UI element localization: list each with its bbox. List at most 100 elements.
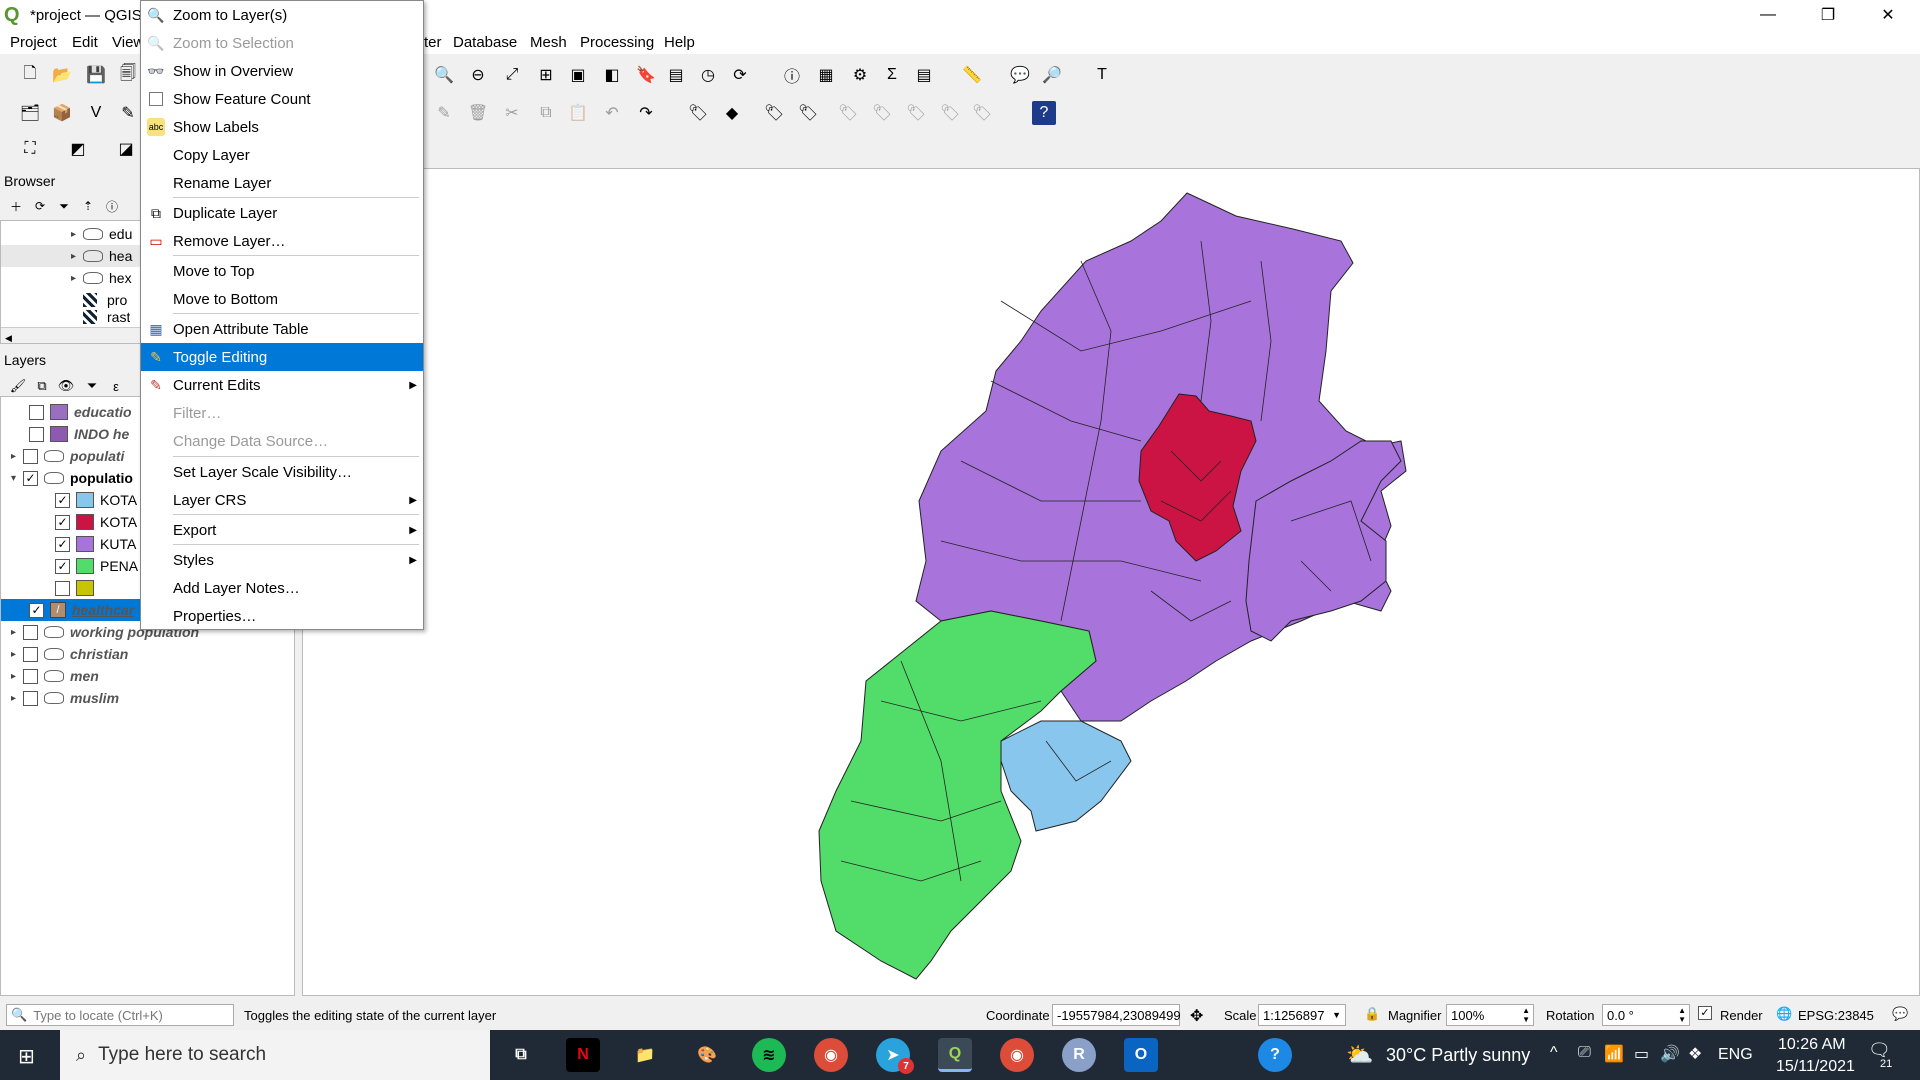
add-group-icon[interactable]: ⧉ [30, 374, 54, 398]
copy-icon[interactable]: ⧉ [534, 101, 558, 125]
group-row[interactable]: ▸ men [11, 665, 99, 687]
layer-row[interactable]: educatio [29, 401, 132, 423]
zoom-layer-icon[interactable]: ⊞ [534, 63, 558, 87]
zoom-full-icon[interactable]: ⤢ [500, 63, 524, 87]
style-panel-icon[interactable]: 🖌 [6, 374, 30, 398]
scroll-left-icon[interactable]: ◀ [5, 333, 12, 343]
volume-icon[interactable]: 🔊 [1660, 1044, 1680, 1064]
category-row[interactable]: ✓ KOTA [55, 489, 137, 511]
save-edits-icon[interactable]: ✎ [432, 101, 456, 125]
undo-icon[interactable]: ↶ [600, 101, 624, 125]
statistics-icon[interactable]: Σ [880, 63, 904, 87]
render-checkbox[interactable]: ✓ [1698, 1006, 1712, 1020]
category-checkbox[interactable] [55, 580, 70, 596]
deselect-icon[interactable]: ◪ [114, 137, 138, 161]
netflix-icon[interactable]: N [566, 1038, 600, 1072]
telegram-icon[interactable]: ➤ 7 [876, 1038, 914, 1074]
add-vector-icon[interactable]: V [84, 101, 108, 125]
label-tool-icon[interactable]: 🏷 [686, 101, 710, 125]
camera-icon[interactable]: ⎚ [1578, 1044, 1591, 1062]
group-checkbox[interactable] [23, 646, 38, 662]
clock-time[interactable]: 10:26 AM [1778, 1036, 1846, 1054]
group-checkbox[interactable] [23, 624, 38, 640]
help-icon[interactable]: ? [1032, 101, 1056, 125]
outlook-icon[interactable]: O [1124, 1038, 1158, 1072]
browser-filter-icon[interactable]: ⏷ [52, 194, 76, 218]
menu-move-to-top[interactable]: Move to Top [141, 257, 423, 285]
category-row[interactable]: ✓ KUTA [55, 533, 136, 555]
browser-item[interactable]: ▸ edu [71, 223, 132, 245]
spotify-icon[interactable]: ≋ [752, 1038, 786, 1072]
close-button[interactable]: ✕ [1860, 0, 1916, 30]
map-tips-icon[interactable]: 💬 [1008, 63, 1032, 87]
minimize-button[interactable]: — [1740, 0, 1796, 30]
menu-database[interactable]: Database [447, 34, 523, 51]
file-explorer-icon[interactable]: 📁 [628, 1038, 662, 1072]
identify-icon[interactable]: ⓘ [780, 63, 804, 87]
menu-filter[interactable]: Filter… [141, 399, 423, 427]
menu-set-layer-scale-visibility[interactable]: Set Layer Scale Visibility… [141, 458, 423, 486]
menu-move-to-bottom[interactable]: Move to Bottom [141, 285, 423, 313]
menu-export[interactable]: Export ▶ [141, 516, 423, 544]
magnifier-field[interactable]: 100% ▲ ▼ [1446, 1004, 1534, 1026]
category-checkbox[interactable]: ✓ [55, 514, 70, 530]
browser-item[interactable]: rast [83, 309, 130, 325]
layer-checkbox[interactable] [29, 426, 44, 442]
menu-open-attribute-table[interactable]: ▦ Open Attribute Table [141, 315, 423, 343]
menu-add-layer-notes[interactable]: Add Layer Notes… [141, 574, 423, 602]
select-feature-icon[interactable]: ⛶ [18, 137, 42, 161]
rotation-field[interactable]: 0.0 ° ▲ ▼ [1602, 1004, 1690, 1026]
show-hide-label-icon[interactable]: 🏷 [796, 101, 820, 125]
category-checkbox[interactable]: ✓ [55, 558, 70, 574]
new-bookmark-icon[interactable]: 🔖 [634, 63, 658, 87]
group-row[interactable]: ▸ populati [11, 445, 124, 467]
map-canvas[interactable] [302, 168, 1920, 996]
group-checkbox[interactable] [23, 668, 38, 684]
measure-icon[interactable]: 📏 [960, 63, 984, 87]
zoom-in-icon[interactable]: 🔍 [432, 63, 456, 87]
menu-remove-layer[interactable]: ▭ Remove Layer… [141, 227, 423, 255]
layer-checkbox[interactable] [29, 404, 44, 420]
restore-button[interactable]: ❐ [1800, 0, 1856, 30]
filter-expression-icon[interactable]: ε [104, 374, 128, 398]
print-layout-icon[interactable]: 🗐 [116, 63, 140, 87]
windows-start-icon[interactable]: ⊞ [18, 1044, 35, 1069]
menu-processing[interactable]: Processing [574, 34, 660, 51]
messages-icon[interactable]: 💬 [1892, 1006, 1908, 1022]
browser-item[interactable]: ▸ hex [71, 267, 132, 289]
zoom-selection-icon[interactable]: ▣ [566, 63, 590, 87]
data-source-manager-icon[interactable]: 🗂 [18, 101, 42, 125]
browser-item[interactable]: ▸ hea [1, 245, 141, 267]
attribute-table-icon[interactable]: ▦ [814, 63, 838, 87]
taskbar-search[interactable]: ⌕ Type here to search [60, 1030, 490, 1080]
paste-icon[interactable]: 📋 [566, 101, 590, 125]
layer-row[interactable]: INDO he [29, 423, 129, 445]
browser-refresh-icon[interactable]: ⟳ [28, 194, 52, 218]
redo-icon[interactable]: ↷ [634, 101, 658, 125]
group-checkbox[interactable]: ✓ [23, 470, 38, 486]
open-project-icon[interactable]: 📂 [50, 63, 74, 87]
menu-zoom-to-selection[interactable]: 🔍 Zoom to Selection [141, 29, 423, 57]
zoom-last-icon[interactable]: ◧ [600, 63, 624, 87]
zoom-out-icon[interactable]: ⊖ [466, 63, 490, 87]
category-checkbox[interactable]: ✓ [55, 492, 70, 508]
battery-icon[interactable]: ▭ [1634, 1044, 1649, 1064]
pin-label-icon[interactable]: 🏷 [762, 101, 786, 125]
text-annotation-icon[interactable]: T [1090, 63, 1114, 87]
select-features-icon[interactable]: ▤ [912, 63, 936, 87]
rotate-label-icon[interactable]: 🏷 [870, 101, 894, 125]
label-props-icon[interactable]: 🏷 [938, 101, 962, 125]
collapse-all-icon[interactable]: ⇡ [76, 194, 100, 218]
category-row[interactable]: ✓ KOTA [55, 511, 137, 533]
group-row[interactable]: ▸ muslim [11, 687, 119, 709]
menu-edit[interactable]: Edit [66, 34, 104, 51]
group-row[interactable]: ▾ ✓ populatio [11, 467, 133, 489]
manage-themes-icon[interactable]: 👁 [54, 374, 78, 398]
qgis-taskbar-icon[interactable]: Q [938, 1038, 972, 1072]
unpin-label-icon[interactable]: 🏷 [970, 101, 994, 125]
menu-copy-layer[interactable]: Copy Layer [141, 141, 423, 169]
change-label-icon[interactable]: 🏷 [904, 101, 928, 125]
menu-styles[interactable]: Styles ▶ [141, 546, 423, 574]
category-row[interactable]: ✓ PENA [55, 555, 138, 577]
r-icon[interactable]: R [1062, 1038, 1096, 1072]
